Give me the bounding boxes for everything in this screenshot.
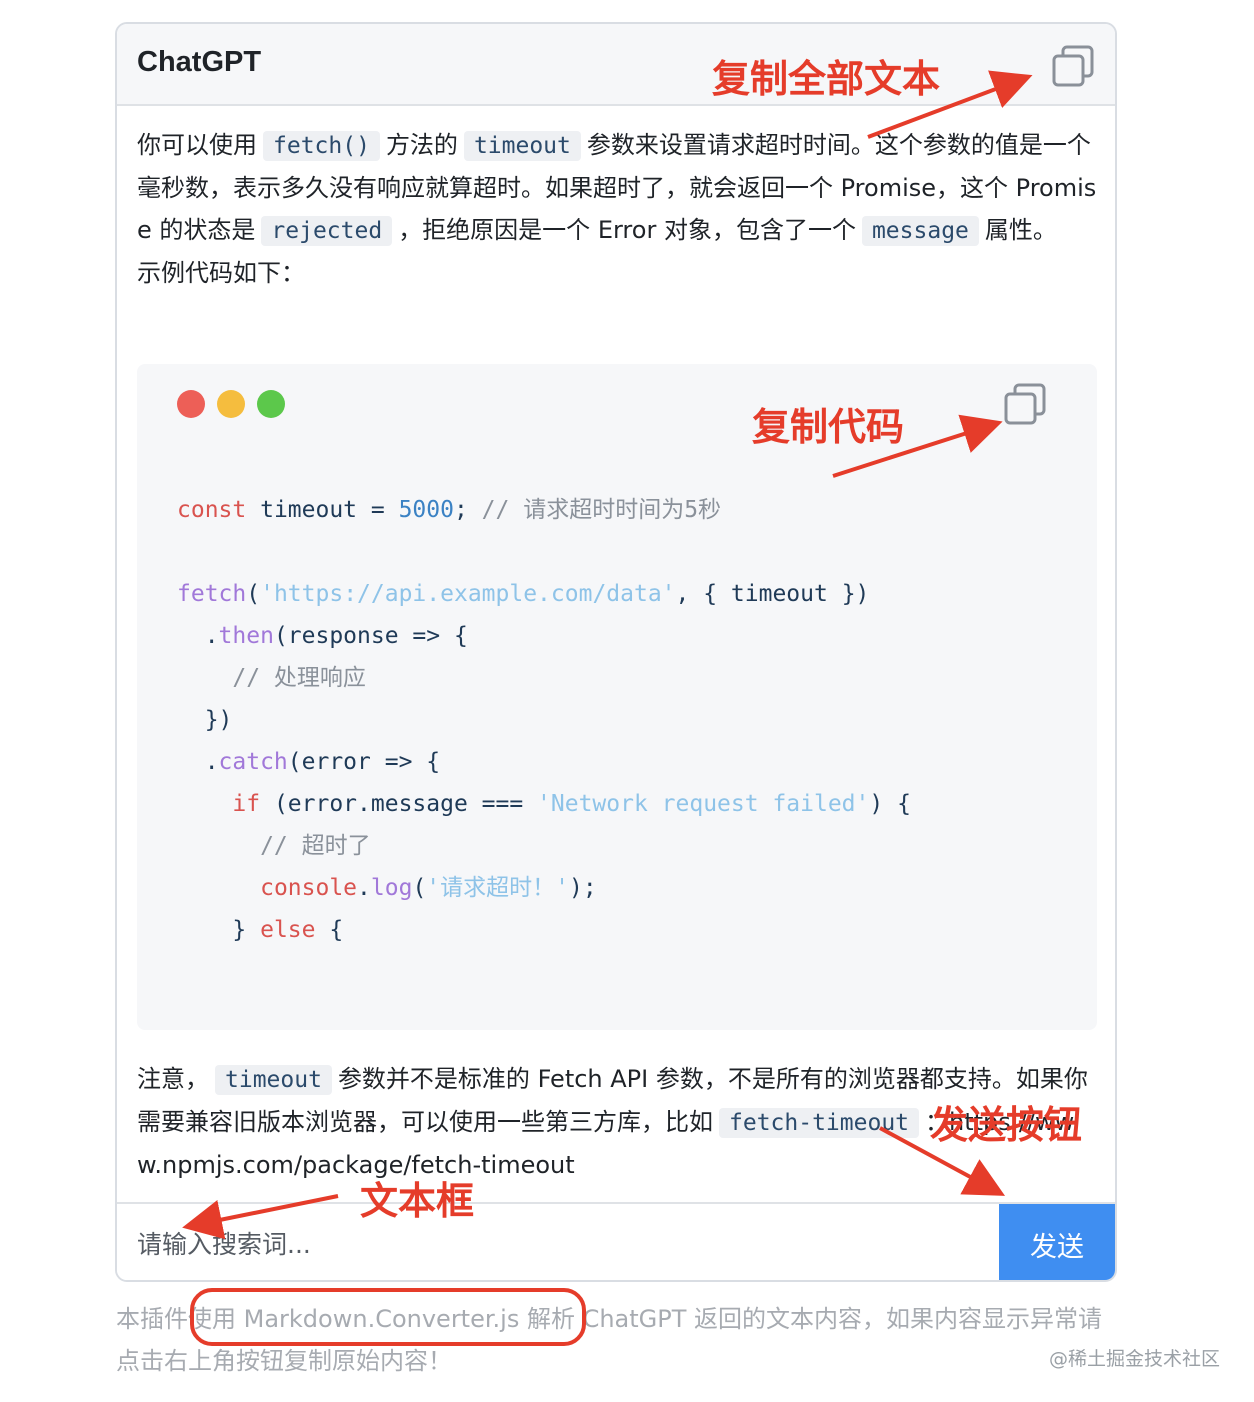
code-token: } xyxy=(177,917,261,943)
code-token: . xyxy=(357,875,371,901)
message-paragraph: 示例代码如下： xyxy=(137,259,305,287)
code-token: ; xyxy=(453,497,482,523)
code-token: 'https://api.example.com/data' xyxy=(260,581,676,607)
code-block: const timeout = 5000; // 请求超时时间为5秒 fetch… xyxy=(137,364,1097,1030)
inline-code: message xyxy=(861,216,979,246)
code-line: .then(response => { xyxy=(177,615,1077,657)
code-token: if xyxy=(232,791,261,817)
code-token: ( xyxy=(412,875,427,901)
code-token: }) xyxy=(177,707,233,733)
copy-code-icon[interactable] xyxy=(1003,382,1047,426)
code-text: const timeout = 5000; // 请求超时时间为5秒 fetch… xyxy=(177,489,1077,951)
code-token: , { timeout }) xyxy=(675,581,870,607)
code-line: // 超时了 xyxy=(177,825,1077,867)
code-line: }) xyxy=(177,699,1077,741)
footer-note: 本插件使用 Markdown.Converter.js 解析 ChatGPT 返… xyxy=(116,1305,1103,1375)
panel-title: ChatGPT xyxy=(137,46,262,78)
code-line: if (error.message === 'Network request f… xyxy=(177,783,1077,825)
code-token: ); xyxy=(569,875,597,901)
code-token: '请求超时！' xyxy=(426,875,569,901)
inline-code: fetch-timeout xyxy=(719,1108,920,1138)
inline-code: rejected xyxy=(261,216,393,246)
annotation-send-button: 发送按钮 xyxy=(930,1103,1083,1147)
text: ，拒绝原因是一个 Error 对象，包含了一个 xyxy=(398,216,856,244)
code-line: } else { xyxy=(177,909,1077,951)
code-token: ) { xyxy=(869,791,911,817)
code-line: const timeout = 5000; // 请求超时时间为5秒 xyxy=(177,489,1077,531)
code-token: ( xyxy=(246,581,261,607)
annotation-copy-all: 复制全部文本 xyxy=(712,57,941,101)
annotation-textbox: 文本框 xyxy=(360,1179,475,1223)
inline-code: timeout xyxy=(215,1065,332,1095)
message-body: 你可以使用 fetch() 方法的 timeout 参数来设置请求超时时间。这个参数的值… xyxy=(137,124,1097,294)
red-dot-icon xyxy=(177,390,205,418)
code-token: fetch xyxy=(177,581,247,607)
code-token: // 处理响应 xyxy=(177,665,366,691)
code-token: . xyxy=(177,623,219,649)
message-paragraph: 你可以使用 fetch() 方法的 timeout 参数来设置请求超时时间。这个参数的值… xyxy=(137,124,1097,252)
watermark: @稀土掘金技术社区 xyxy=(1048,1348,1220,1370)
annotation-copy-code: 复制代码 xyxy=(752,405,905,449)
panel-header: ChatGPT xyxy=(117,24,1115,106)
code-token: . xyxy=(177,749,219,775)
code-token: (error => { xyxy=(287,749,441,775)
code-token: (error.message === xyxy=(260,791,538,817)
code-token: 5000 xyxy=(398,497,454,523)
code-token: log xyxy=(370,875,413,901)
send-button[interactable]: 发送 xyxy=(999,1204,1115,1280)
code-line: console.log('请求超时！'); xyxy=(177,867,1077,909)
code-token: 'Network request failed' xyxy=(537,791,870,817)
code-token: else xyxy=(260,917,316,943)
text: 你可以使用 xyxy=(137,131,257,159)
code-token: then xyxy=(218,623,274,649)
search-input[interactable] xyxy=(117,1204,999,1280)
code-token: const xyxy=(177,497,247,523)
code-token: // 请求超时时间为5秒 xyxy=(481,497,722,523)
copy-all-icon[interactable] xyxy=(1051,44,1095,88)
input-row: 发送 xyxy=(117,1202,1115,1280)
text: 属性。 xyxy=(984,216,1057,244)
code-token: (response => { xyxy=(273,623,468,649)
code-token: console xyxy=(260,875,358,901)
text: 方法的 xyxy=(385,131,458,159)
code-token: { xyxy=(315,917,344,943)
code-line: fetch('https://api.example.com/data', { … xyxy=(177,573,1077,615)
code-line: // 处理响应 xyxy=(177,657,1077,699)
inline-code: fetch() xyxy=(263,131,380,161)
code-token: timeout = xyxy=(246,497,399,523)
yellow-dot-icon xyxy=(217,390,245,418)
green-dot-icon xyxy=(257,390,285,418)
chat-panel: ChatGPT 你可以使用 fetch() 方法的 timeout 参数来设置请求超时时… xyxy=(115,22,1117,1282)
code-token: catch xyxy=(218,749,288,775)
inline-code: timeout xyxy=(463,131,581,161)
text: 注意， xyxy=(137,1065,209,1093)
code-token: // 超时了 xyxy=(177,833,371,859)
code-line: .catch(error => { xyxy=(177,741,1077,783)
window-dots xyxy=(177,390,285,418)
